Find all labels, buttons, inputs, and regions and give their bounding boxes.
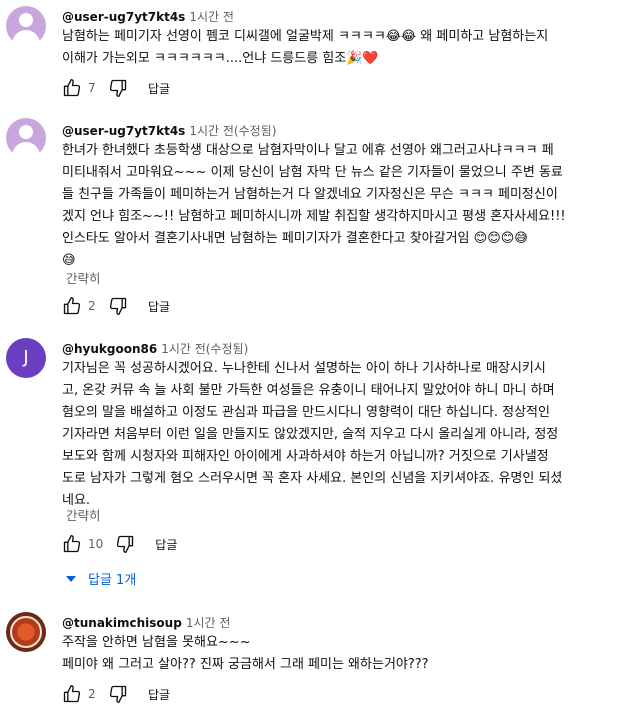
- collapse-button[interactable]: 간략히: [66, 268, 101, 287]
- thumb-down-icon[interactable]: [115, 534, 135, 554]
- like-count: 2: [88, 299, 96, 313]
- comment-header: @tunakimchisoup 1시간 전: [62, 614, 230, 631]
- replies-label: 답글 1개: [88, 573, 137, 588]
- letter-avatar[interactable]: J: [6, 338, 46, 378]
- caret-down-icon: [66, 575, 76, 582]
- reply-button[interactable]: 답글: [148, 298, 170, 315]
- comment-text: 한녀가 한녀했다 초등학생 대상으로 남혐자막이나 달고 에휴 선영아 왜그러고…: [62, 140, 566, 272]
- comment-author[interactable]: @tunakimchisoup: [62, 616, 182, 630]
- default-person-avatar-icon[interactable]: [6, 6, 46, 46]
- comment-author[interactable]: @user-ug7yt7kt4s: [62, 124, 185, 138]
- view-replies-button[interactable]: 답글 1개: [66, 569, 136, 588]
- collapse-button[interactable]: 간략히: [66, 505, 101, 524]
- comment-author[interactable]: @user-ug7yt7kt4s: [62, 10, 185, 24]
- comment-header: @user-ug7yt7kt4s 1시간 전(수정됨): [62, 122, 276, 139]
- food-bowl-avatar-icon[interactable]: [6, 612, 46, 652]
- reply-button[interactable]: 답글: [155, 536, 177, 553]
- comment-line: 😅: [62, 253, 76, 268]
- comment-line: 도로 남자가 그렇게 혐오 스러우시면 꼭 혼자 사세요. 본인의 신념을 지키…: [62, 471, 563, 486]
- comment-line: 주작을 안하면 남혐을 못해요~~~: [62, 635, 251, 650]
- thumb-up-icon[interactable]: [62, 534, 82, 554]
- comment-author[interactable]: @hyukgoon86: [62, 342, 157, 356]
- comment-header: @user-ug7yt7kt4s 1시간 전: [62, 8, 234, 25]
- comment-line: 인스타도 알아서 결혼기사내면 남혐하는 페미기자가 결혼한다고 찾아갈거임 😊…: [62, 231, 528, 246]
- comment-line: 보도와 함께 시청자와 피해자인 아이에게 사과하셔야 하는거 아닙니까? 거짓…: [62, 449, 549, 464]
- comment-line: 고, 온갖 커뮤 속 늘 사회 불만 가득한 여성들은 유충이니 태어나지 말았…: [62, 383, 555, 398]
- comment-line: 들 친구들 가족들이 페미하는거 남혐하는거 다 알겠네요 기자정신은 무슨 ㅋ…: [62, 187, 558, 202]
- comment-actions: 7 답글: [62, 76, 170, 100]
- comment-line: 네요.: [62, 493, 91, 508]
- comment-line: 기자라면 처음부터 이런 일을 만들지도 않았겠지만, 슬적 지우고 다시 올리…: [62, 427, 559, 442]
- comment-actions: 2 답글: [62, 682, 170, 706]
- thumb-up-icon[interactable]: [62, 296, 82, 316]
- like-count: 2: [88, 687, 96, 701]
- comment-line: 겠지 언냐 힘조~~!! 남혐하고 페미하시니까 제발 취집할 생각하지마시고 …: [62, 209, 566, 224]
- comment-text: 기자님은 꼭 성공하시겠어요. 누나한테 신나서 설명하는 아이 하나 기사하나…: [62, 358, 562, 512]
- like-count: 7: [88, 81, 96, 95]
- reply-button[interactable]: 답글: [148, 686, 170, 703]
- comment-text: 주작을 안하면 남혐을 못해요~~~ 페미야 왜 그러고 살아?? 진짜 궁금해…: [62, 632, 429, 676]
- comment-timestamp[interactable]: 1시간 전(수정됨): [161, 342, 248, 356]
- comment-timestamp[interactable]: 1시간 전: [186, 616, 231, 630]
- comment-line: 남혐하는 페미기자 선영이 펨코 디씨갤에 얼굴박제 ㅋㅋㅋㅋ😂😂 왜 페미하고…: [62, 29, 549, 44]
- thumb-down-icon[interactable]: [108, 296, 128, 316]
- comment-line: 한녀가 한녀했다 초등학생 대상으로 남혐자막이나 달고 에휴 선영아 왜그러고…: [62, 143, 554, 158]
- like-count: 10: [88, 537, 104, 551]
- comment-line: 페미야 왜 그러고 살아?? 진짜 궁금해서 그래 페미는 왜하는거야???: [62, 657, 429, 672]
- thumb-down-icon[interactable]: [108, 78, 128, 98]
- comment-actions: 2 답글: [62, 294, 170, 318]
- comment-line: 이해가 가는외모 ㅋㅋㅋㅋㅋㅋ....언냐 드릉드릉 힘조🎉❤️: [62, 51, 379, 66]
- comment-line: 미티내줘서 고마워요~~~ 이제 당신이 남혐 자막 단 뉴스 같은 기자들이 …: [62, 165, 563, 180]
- comment-text: 남혐하는 페미기자 선영이 펨코 디씨갤에 얼굴박제 ㅋㅋㅋㅋ😂😂 왜 페미하고…: [62, 26, 548, 70]
- comment-line: 혐오의 말을 배설하고 이정도 관심과 파급을 만드시다니 영향력이 대단 하십…: [62, 405, 550, 420]
- comment-timestamp[interactable]: 1시간 전(수정됨): [189, 124, 276, 138]
- thumb-down-icon[interactable]: [108, 684, 128, 704]
- thumb-up-icon[interactable]: [62, 78, 82, 98]
- comment-actions: 10 답글: [62, 532, 177, 556]
- default-person-avatar-icon[interactable]: [6, 118, 46, 158]
- reply-button[interactable]: 답글: [148, 80, 170, 97]
- comment-header: @hyukgoon86 1시간 전(수정됨): [62, 340, 248, 357]
- comment-line: 기자님은 꼭 성공하시겠어요. 누나한테 신나서 설명하는 아이 하나 기사하나…: [62, 361, 546, 376]
- comment-timestamp[interactable]: 1시간 전: [189, 10, 234, 24]
- thumb-up-icon[interactable]: [62, 684, 82, 704]
